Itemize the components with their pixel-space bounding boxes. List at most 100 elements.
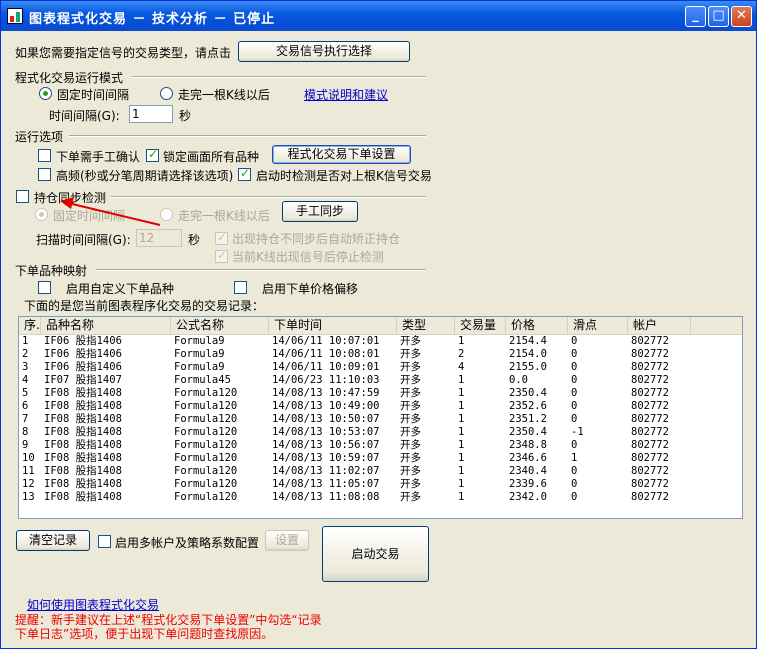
maximize-button[interactable]: □ — [708, 6, 729, 27]
table-row[interactable]: 9 IF08 股指1408 Formula120 14/08/13 10:56:07 开… — [19, 439, 742, 452]
table-row[interactable]: 6 IF08 股指1408 Formula120 14/08/13 10:49:00 开… — [19, 400, 742, 413]
manual-confirm-checkbox[interactable] — [38, 149, 51, 162]
position-sync-checkbox[interactable] — [16, 190, 29, 203]
manual-sync-button[interactable]: 手工同步 — [282, 201, 358, 222]
table-cell: 802772 — [631, 400, 669, 412]
scan-interval-input[interactable]: 12 — [136, 229, 182, 247]
interval-input[interactable]: 1 — [129, 105, 173, 123]
settings-button[interactable]: 设置 — [265, 530, 309, 551]
table-row[interactable]: 3 IF06 股指1406 Formula9 14/06/11 10:09:01 开多 4… — [19, 361, 742, 374]
trade-records-table[interactable]: 序. 品种名称 公式名称 下单时间 类型 交易量 价格 滑点 帐户 1 IF06 股指1406 Fo… — [18, 316, 743, 519]
table-row[interactable]: 8 IF08 股指1408 Formula120 14/08/13 10:53:07 开… — [19, 426, 742, 439]
table-cell: 1 — [458, 426, 465, 438]
table-cell: 802772 — [631, 348, 669, 360]
howto-link[interactable]: 如何使用图表程式化交易 — [27, 596, 159, 613]
table-row[interactable]: 10 IF08 股指1408 Formula120 14/08/13 10:59:07… — [19, 452, 742, 465]
start-trading-button[interactable]: 启动交易 — [322, 526, 429, 582]
table-cell: 802772 — [631, 374, 669, 386]
table-cell: 14/08/13 10:53:07 — [272, 426, 380, 438]
price-offset-checkbox[interactable] — [234, 281, 247, 294]
table-cell: 802772 — [631, 465, 669, 477]
table-cell: 开多 — [400, 439, 421, 451]
column-header[interactable]: 公式名称 — [171, 317, 269, 334]
table-cell: 8 — [22, 426, 29, 438]
table-cell: 开多 — [400, 387, 421, 399]
table-cell: 2 — [22, 348, 29, 360]
signal-select-button[interactable]: 交易信号执行选择 — [238, 41, 410, 62]
table-cell: 14/06/11 10:09:01 — [272, 361, 380, 373]
table-cell: 开多 — [400, 413, 421, 425]
column-header[interactable]: 下单时间 — [269, 317, 397, 334]
table-cell: 开多 — [400, 335, 421, 347]
auto-correct-checkbox[interactable] — [215, 230, 228, 245]
table-cell: 2340.4 — [509, 465, 547, 477]
title-bar[interactable]: 图表程式化交易 － 技术分析 － 已停止 _ □ ✕ — [1, 1, 756, 31]
table-cell: 1 — [22, 335, 29, 347]
table-cell: 2155.0 — [509, 361, 547, 373]
table-cell: 开多 — [400, 491, 421, 503]
table-cell: IF08 股指1408 — [44, 491, 122, 503]
high-freq-checkbox[interactable] — [38, 168, 51, 181]
table-cell: 802772 — [631, 491, 669, 503]
sync-fixed-radio[interactable] — [35, 208, 48, 221]
table-cell: IF06 股指1406 — [44, 361, 122, 373]
mode-after-bar-radio[interactable] — [160, 87, 173, 100]
table-row[interactable]: 1 IF06 股指1406 Formula9 14/06/11 10:07:01 开多 1… — [19, 335, 742, 348]
check-on-start-checkbox[interactable] — [238, 166, 251, 181]
multi-account-checkbox[interactable] — [98, 535, 111, 548]
run-options-title: 运行选项 — [15, 130, 64, 144]
manual-confirm-label: 下单需手工确认 — [56, 150, 141, 164]
table-cell: 0 — [571, 400, 578, 412]
table-cell: IF06 股指1406 — [44, 348, 122, 360]
table-cell: Formula9 — [174, 348, 225, 360]
clear-records-button[interactable]: 清空记录 — [16, 530, 90, 551]
annotation-arrow — [60, 197, 161, 226]
table-cell: IF06 股指1406 — [44, 335, 122, 347]
table-cell: 802772 — [631, 439, 669, 451]
custom-symbol-checkbox[interactable] — [38, 281, 51, 294]
column-header[interactable]: 价格 — [506, 317, 568, 334]
table-cell: 5 — [22, 387, 29, 399]
table-cell: 2350.4 — [509, 387, 547, 399]
table-row[interactable]: 11 IF08 股指1408 Formula120 14/08/13 11:02:07… — [19, 465, 742, 478]
table-row[interactable]: 2 IF06 股指1406 Formula9 14/06/11 10:08:01 开多 2… — [19, 348, 742, 361]
table-cell: 0.0 — [509, 374, 528, 386]
table-cell: 802772 — [631, 478, 669, 490]
table-cell: 2352.6 — [509, 400, 547, 412]
column-header[interactable]: 类型 — [397, 317, 455, 334]
table-row[interactable]: 4 IF07 股指1407 Formula45 14/06/23 11:10:03 开多… — [19, 374, 742, 387]
column-header[interactable]: 滑点 — [568, 317, 628, 334]
interval-label: 时间间隔(G): — [49, 109, 120, 123]
high-freq-label: 高频(秒或分笔周期请选择该选项) — [56, 169, 234, 183]
table-cell: IF08 股指1408 — [44, 465, 122, 477]
table-cell: 11 — [22, 465, 35, 477]
order-settings-button[interactable]: 程式化交易下单设置 — [272, 145, 411, 164]
mode-help-link[interactable]: 模式说明和建议 — [304, 86, 388, 103]
table-cell: 13 — [22, 491, 35, 503]
hint-line-2: 下单日志”选项，便于出现下单问题时查找原因。 — [15, 627, 274, 641]
table-cell: 802772 — [631, 361, 669, 373]
minimize-button[interactable]: _ — [685, 6, 706, 27]
mode-fixed-radio[interactable] — [39, 87, 52, 100]
stop-detect-checkbox[interactable] — [215, 248, 228, 263]
column-header[interactable]: 品种名称 — [41, 317, 171, 334]
table-row[interactable]: 12 IF08 股指1408 Formula120 14/08/13 11:05:07… — [19, 478, 742, 491]
table-cell: 0 — [571, 478, 578, 490]
table-cell: Formula120 — [174, 452, 238, 464]
column-header[interactable]: 序. — [19, 317, 41, 334]
lock-all-label: 锁定画面所有品种 — [163, 150, 260, 164]
table-row[interactable]: 7 IF08 股指1408 Formula120 14/08/13 10:50:07 开… — [19, 413, 742, 426]
table-cell: 802772 — [631, 452, 669, 464]
table-cell: 2154.4 — [509, 335, 547, 347]
table-row[interactable]: 5 IF08 股指1408 Formula120 14/08/13 10:47:59 开… — [19, 387, 742, 400]
table-cell: 14/06/11 10:08:01 — [272, 348, 380, 360]
table-cell: 2350.4 — [509, 426, 547, 438]
lock-all-checkbox[interactable] — [146, 147, 159, 162]
column-header[interactable]: 交易量 — [455, 317, 506, 334]
multi-account-label: 启用多帐户及策略系数配置 — [115, 536, 260, 550]
records-caption: 下面的是您当前图表程序化交易的交易记录： — [24, 299, 265, 313]
close-button[interactable]: ✕ — [731, 6, 752, 27]
column-header[interactable]: 帐户 — [628, 317, 691, 334]
table-cell: 802772 — [631, 335, 669, 347]
table-row[interactable]: 13 IF08 股指1408 Formula120 14/08/13 11:08:08… — [19, 491, 742, 504]
